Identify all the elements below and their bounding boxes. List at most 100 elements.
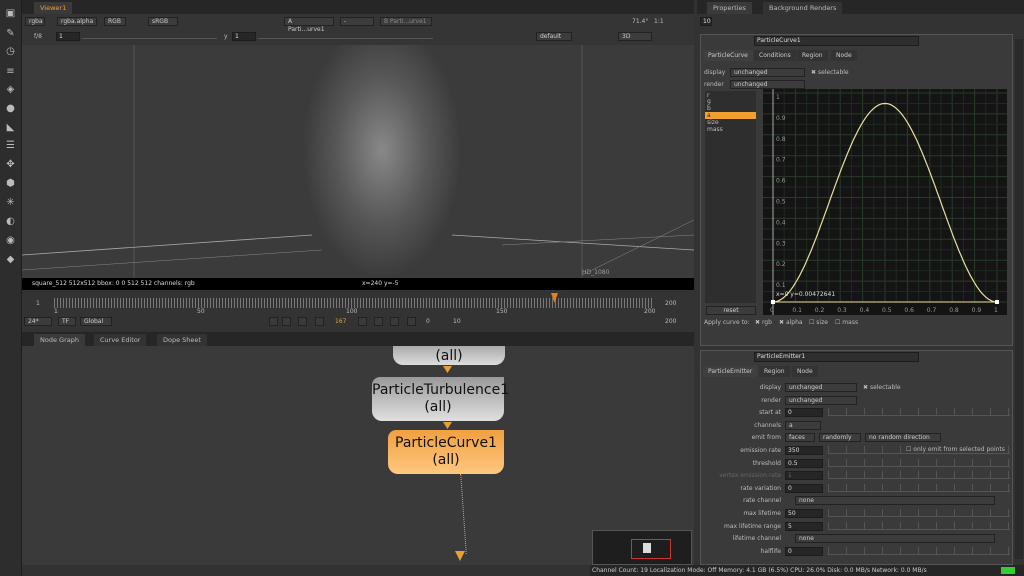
- views-icon[interactable]: ◉: [5, 235, 16, 246]
- tab-dope-sheet[interactable]: Dope Sheet: [157, 334, 207, 346]
- properties-scrollbar[interactable]: [1015, 39, 1023, 559]
- next-frame-button[interactable]: [374, 317, 383, 326]
- node-top[interactable]: (all): [393, 346, 505, 365]
- gamma-field[interactable]: 1: [232, 32, 256, 41]
- image-icon[interactable]: ▣: [5, 8, 16, 19]
- tab-node[interactable]: Node: [792, 366, 818, 377]
- param-slider[interactable]: [828, 458, 1010, 467]
- prev-key-button[interactable]: [282, 317, 291, 326]
- apply-alpha-checkbox[interactable]: ✖ alpha: [779, 319, 803, 326]
- input-a-dropdown[interactable]: A Parti...urve1: [284, 17, 334, 33]
- node-name-field[interactable]: ParticleCurve1: [754, 36, 919, 46]
- emit-order-dropdown[interactable]: randomly: [819, 433, 861, 443]
- minimap[interactable]: [592, 530, 692, 565]
- lut-dropdown[interactable]: default: [536, 32, 572, 41]
- gamma-slider[interactable]: [258, 31, 433, 39]
- param-slider[interactable]: [828, 483, 1010, 492]
- tab-particleemitter[interactable]: ParticleEmitter: [703, 366, 758, 377]
- channels-dropdown[interactable]: rgba: [25, 17, 45, 26]
- curve-plot[interactable]: 0 0.1 0.2 0.3 0.4 0.5 0.6 0.7 0.8 0.9 1 1 0.9 0.8 0.7 0…: [763, 89, 1007, 315]
- param-field[interactable]: 0: [785, 546, 823, 556]
- channel-icon[interactable]: ≡: [5, 66, 16, 77]
- direction-dropdown[interactable]: no random direction: [865, 433, 941, 443]
- input-a-operation[interactable]: -: [340, 17, 374, 26]
- emit-from-dropdown[interactable]: faces: [785, 433, 815, 443]
- first-frame-button[interactable]: [269, 317, 278, 326]
- tab-curve-editor[interactable]: Curve Editor: [94, 334, 147, 346]
- tab-background-renders[interactable]: Background Renders: [763, 2, 843, 14]
- zoom-value[interactable]: 71.4°: [632, 18, 648, 25]
- param-dropdown[interactable]: unchanged: [785, 395, 857, 405]
- 3d-icon[interactable]: ⬢: [5, 178, 16, 189]
- particles-icon[interactable]: ✳: [5, 197, 16, 208]
- param-dropdown[interactable]: none: [795, 534, 995, 544]
- ratio-value[interactable]: 1:1: [654, 18, 664, 25]
- render-dropdown[interactable]: unchanged: [730, 80, 805, 89]
- viewer-viewport[interactable]: HD_1080: [22, 45, 694, 278]
- only-selected-checkbox[interactable]: ☐ only emit from selected points: [906, 446, 1005, 453]
- param-dropdown[interactable]: a: [785, 420, 821, 430]
- channel-item-selected[interactable]: a: [705, 112, 756, 119]
- param-field[interactable]: 0: [785, 483, 823, 493]
- tf-dropdown[interactable]: TF: [58, 317, 76, 326]
- channel-list[interactable]: r g b a size mass: [705, 91, 756, 303]
- param-field[interactable]: 0: [785, 408, 823, 418]
- tab-properties[interactable]: Properties: [707, 2, 752, 14]
- keyer-icon[interactable]: ◣: [5, 122, 16, 133]
- param-slider[interactable]: [828, 521, 1010, 530]
- time-icon[interactable]: ◷: [5, 46, 16, 57]
- channel-item[interactable]: b: [707, 105, 758, 112]
- reset-button[interactable]: reset: [706, 306, 756, 315]
- transform-icon[interactable]: ✥: [5, 159, 16, 170]
- apply-mass-checkbox[interactable]: ☐ mass: [835, 319, 858, 326]
- filter-icon[interactable]: ●: [5, 103, 16, 114]
- out-frame[interactable]: 200: [665, 318, 676, 325]
- fps-dropdown[interactable]: 24*: [24, 317, 52, 326]
- tab-particlecurve[interactable]: ParticleCurve: [703, 50, 753, 61]
- param-slider[interactable]: [828, 509, 1010, 517]
- colorspace-dropdown[interactable]: sRGB: [148, 17, 178, 26]
- play-button[interactable]: [358, 317, 367, 326]
- param-slider[interactable]: [828, 546, 1010, 555]
- alpha-dropdown[interactable]: rgba.alpha: [57, 17, 97, 26]
- max-panels-field[interactable]: 10: [700, 17, 712, 26]
- other-icon[interactable]: ◆: [5, 254, 16, 265]
- param-dropdown[interactable]: unchanged: [785, 383, 857, 392]
- param-field[interactable]: 1: [785, 471, 823, 481]
- apply-rgb-checkbox[interactable]: ✖ rgb: [755, 319, 772, 326]
- gain-field[interactable]: 1: [56, 32, 80, 41]
- param-field[interactable]: 0.5: [785, 458, 823, 468]
- in-frame[interactable]: 0: [426, 318, 430, 325]
- param-dropdown[interactable]: none: [795, 496, 995, 506]
- minimap-viewport[interactable]: [631, 539, 671, 559]
- scope-dropdown[interactable]: Global: [80, 317, 112, 326]
- tab-conditions[interactable]: Conditions: [754, 50, 796, 61]
- color-icon[interactable]: ◈: [5, 84, 16, 95]
- node-name-field[interactable]: ParticleEmitter1: [754, 352, 919, 362]
- prev-frame-button[interactable]: [298, 317, 307, 326]
- channel-item[interactable]: g: [707, 98, 758, 105]
- timeline-ruler[interactable]: [54, 298, 654, 308]
- node-graph[interactable]: (all) ParticleTurbulence1 (all) ParticleC…: [22, 346, 694, 565]
- skip-value[interactable]: 10: [453, 318, 461, 325]
- gain-slider[interactable]: [82, 31, 217, 39]
- node-particle-curve[interactable]: ParticleCurve1 (all): [388, 430, 504, 474]
- draw-icon[interactable]: ✎: [5, 28, 16, 39]
- channel-item[interactable]: mass: [707, 126, 758, 133]
- last-frame-button[interactable]: [407, 317, 416, 326]
- param-field[interactable]: 350: [785, 446, 823, 455]
- tab-viewer1[interactable]: Viewer1: [34, 2, 73, 14]
- tab-node[interactable]: Node: [831, 50, 857, 61]
- tab-region[interactable]: Region: [759, 366, 790, 377]
- deep-icon[interactable]: ◐: [5, 216, 16, 227]
- current-frame[interactable]: 167: [335, 318, 346, 325]
- node-particle-turbulence[interactable]: ParticleTurbulence1 (all): [372, 377, 509, 421]
- param-slider[interactable]: [828, 408, 1010, 417]
- view-mode-dropdown[interactable]: 3D: [618, 32, 652, 41]
- display-dropdown[interactable]: unchanged: [730, 68, 805, 77]
- tab-node-graph[interactable]: Node Graph: [34, 334, 85, 346]
- play-backward-button[interactable]: [315, 317, 324, 326]
- selectable-checkbox[interactable]: ✖ selectable: [863, 384, 901, 391]
- apply-size-checkbox[interactable]: ☐ size: [809, 319, 828, 326]
- merge-icon[interactable]: ☰: [5, 140, 16, 151]
